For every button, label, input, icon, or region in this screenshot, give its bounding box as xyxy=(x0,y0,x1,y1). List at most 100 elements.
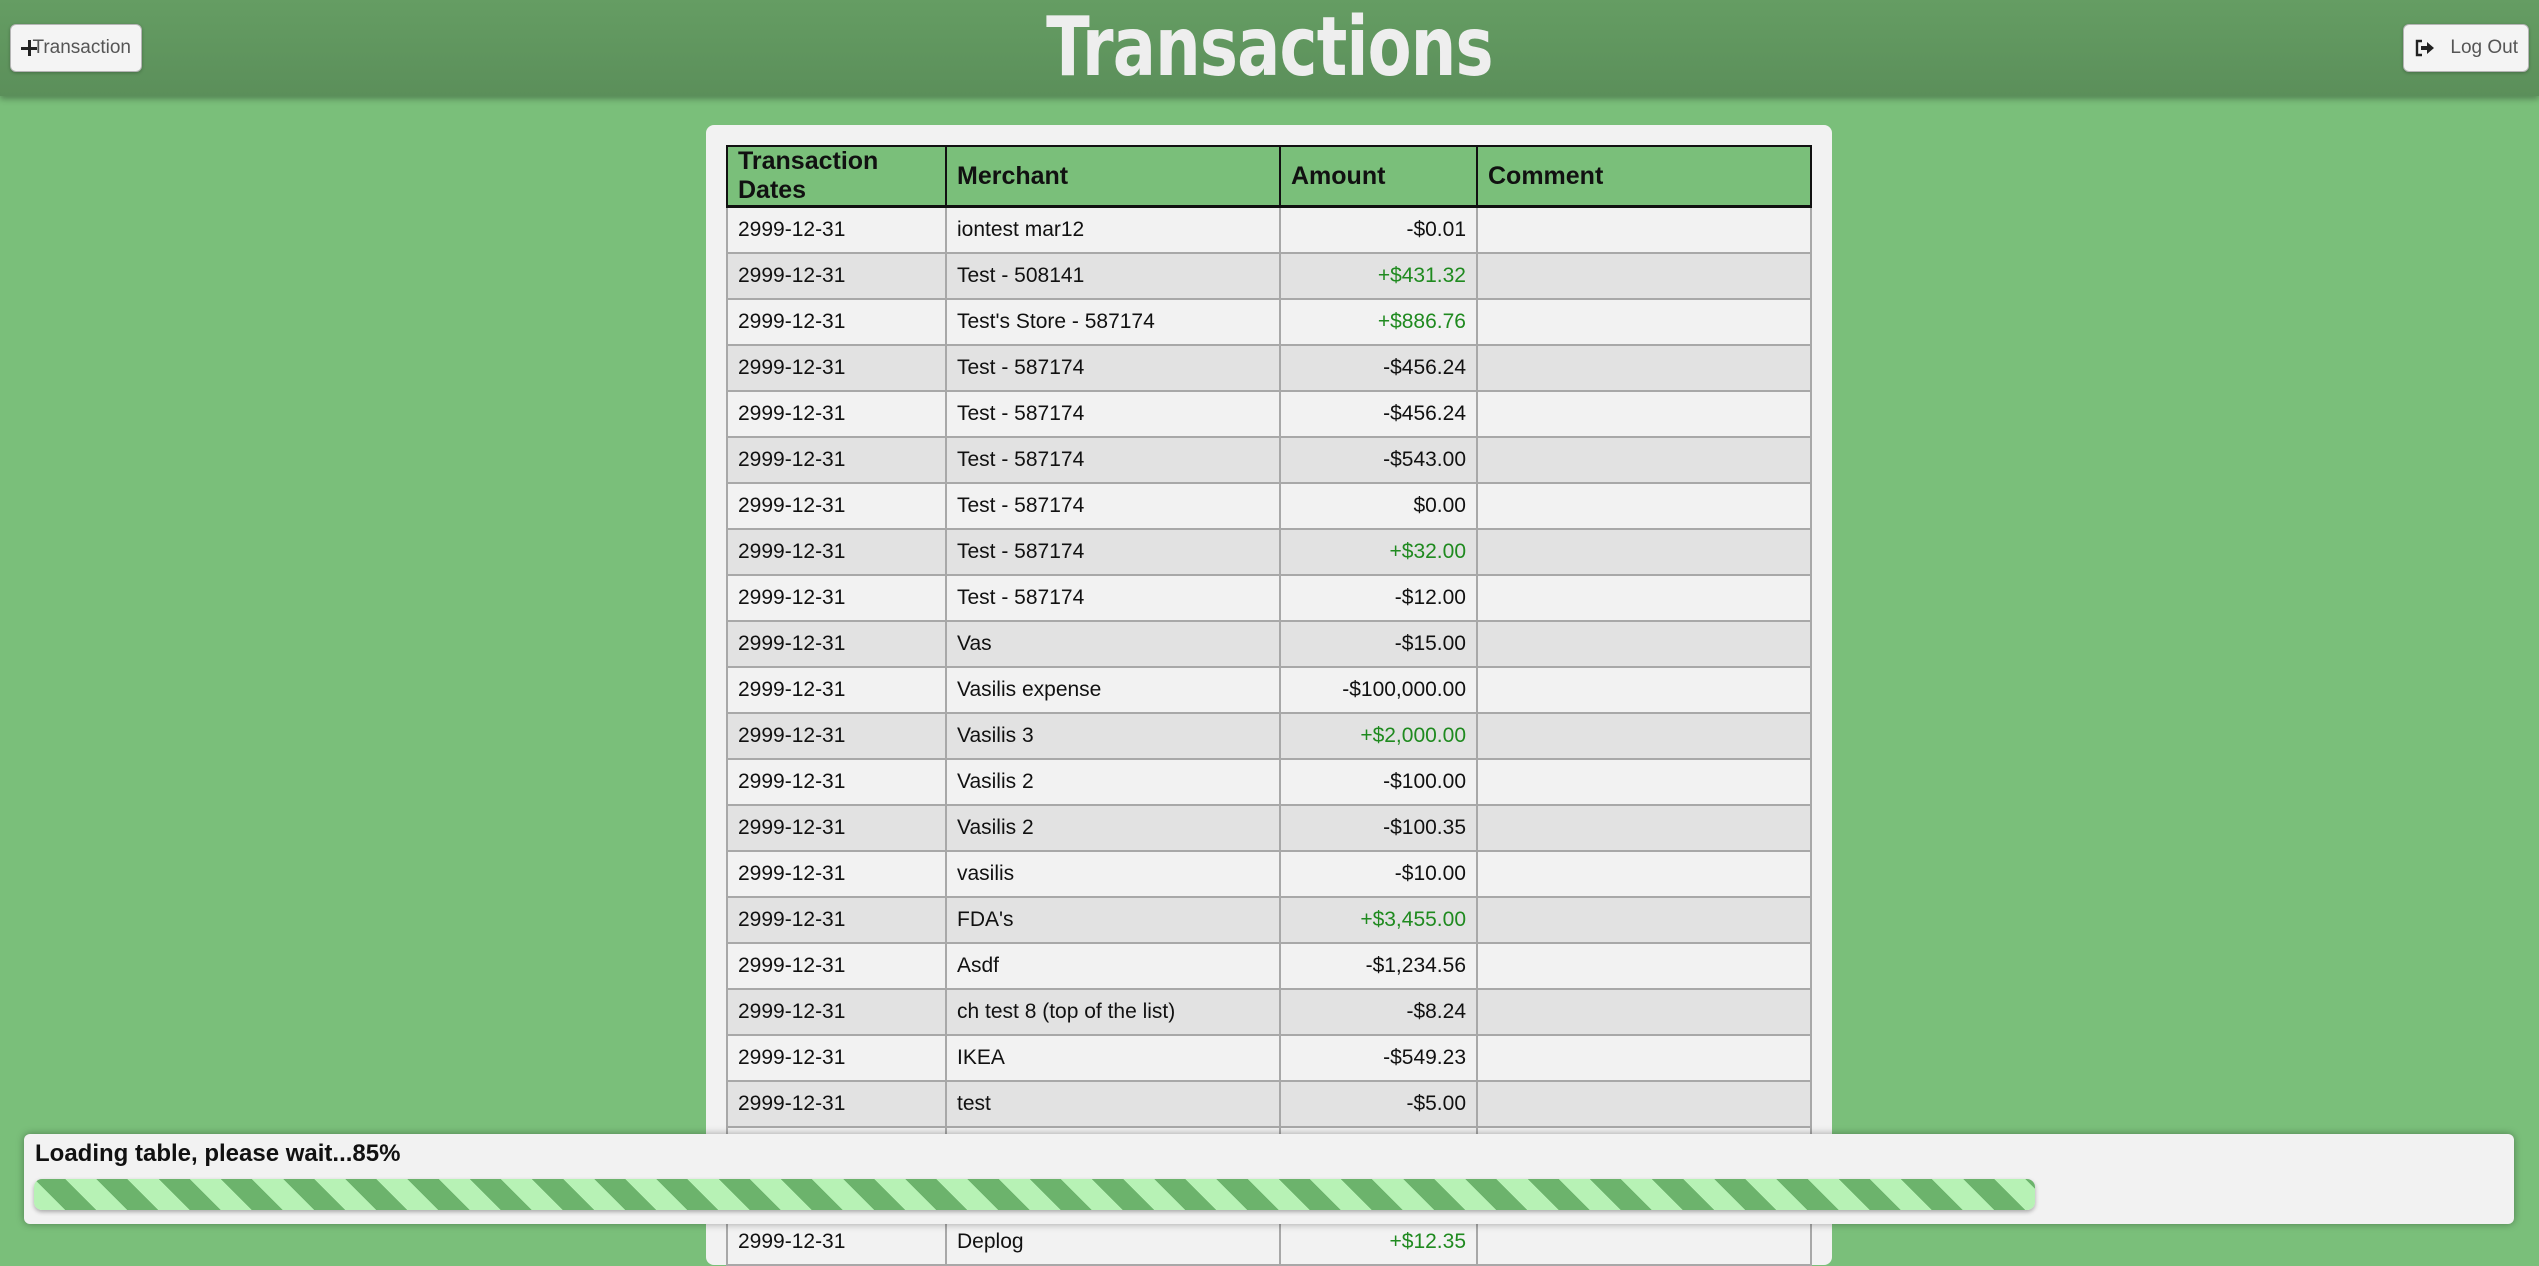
cell-merchant: Vasilis 2 xyxy=(945,757,1281,806)
table-row[interactable]: 2999-12-31 Test - 587174 -$456.24 xyxy=(726,389,1812,438)
cell-date: 2999-12-31 xyxy=(726,435,947,484)
table-row[interactable]: 2999-12-31 Vasilis 3 +$2,000.00 xyxy=(726,711,1812,760)
cell-comment xyxy=(1476,343,1812,392)
cell-date: 2999-12-31 xyxy=(726,803,947,852)
cell-amount: -$12.00 xyxy=(1279,573,1478,622)
table-row[interactable]: 2999-12-31 Test - 587174 -$456.24 xyxy=(726,343,1812,392)
cell-amount: -$8.24 xyxy=(1279,987,1478,1036)
table-row[interactable]: 2999-12-31 Vasilis 2 -$100.00 xyxy=(726,757,1812,806)
cell-date: 2999-12-31 xyxy=(726,941,947,990)
cell-merchant: Test - 508141 xyxy=(945,251,1281,300)
table-row[interactable]: 2999-12-31 IKEA -$549.23 xyxy=(726,1033,1812,1082)
cell-amount: -$543.00 xyxy=(1279,435,1478,484)
page-title: Transactions xyxy=(1046,0,1493,95)
table-row[interactable]: 2999-12-31 Test - 587174 +$32.00 xyxy=(726,527,1812,576)
cell-amount: +$431.32 xyxy=(1279,251,1478,300)
cell-comment xyxy=(1476,205,1812,254)
cell-comment xyxy=(1476,573,1812,622)
cell-amount: -$0.01 xyxy=(1279,205,1478,254)
column-header-amount[interactable]: Amount xyxy=(1279,145,1478,208)
cell-date: 2999-12-31 xyxy=(726,251,947,300)
table-row[interactable]: 2999-12-31 Test - 587174 -$543.00 xyxy=(726,435,1812,484)
cell-date: 2999-12-31 xyxy=(726,895,947,944)
cell-comment xyxy=(1476,987,1812,1036)
table-row[interactable]: 2999-12-31 Deplog +$12.35 xyxy=(726,1217,1812,1266)
cell-merchant: iontest mar12 xyxy=(945,205,1281,254)
cell-merchant: Test's Store - 587174 xyxy=(945,297,1281,346)
cell-amount: -$10.00 xyxy=(1279,849,1478,898)
cell-amount: +$886.76 xyxy=(1279,297,1478,346)
cell-merchant: Test - 587174 xyxy=(945,527,1281,576)
column-header-merchant[interactable]: Merchant xyxy=(945,145,1281,208)
loading-message: Loading table, please wait...85% xyxy=(35,1140,401,1167)
table-row[interactable]: 2999-12-31 Asdf -$1,234.56 xyxy=(726,941,1812,990)
cell-date: 2999-12-31 xyxy=(726,297,947,346)
transactions-card: Transaction Dates Merchant Amount Commen… xyxy=(706,125,1832,1266)
table-row[interactable]: 2999-12-31 Test - 508141 +$431.32 xyxy=(726,251,1812,300)
table-row[interactable]: 2999-12-31 ch test 8 (top of the list) -$8… xyxy=(726,987,1812,1036)
cell-date: 2999-12-31 xyxy=(726,619,947,668)
table-row[interactable]: 2999-12-31 Vasilis expense -$100,000.00 xyxy=(726,665,1812,714)
table-row[interactable]: 2999-12-31 iontest mar12 -$0.01 xyxy=(726,205,1812,254)
logout-button[interactable]: Log Out xyxy=(2403,24,2529,72)
cell-amount: +$12.35 xyxy=(1279,1217,1478,1266)
column-header-comment[interactable]: Comment xyxy=(1476,145,1812,208)
cell-comment xyxy=(1476,389,1812,438)
cell-comment xyxy=(1476,895,1812,944)
loading-panel: Loading table, please wait...85% xyxy=(24,1134,2514,1224)
cell-comment xyxy=(1476,803,1812,852)
table-row[interactable]: 2999-12-31 vasilis -$10.00 xyxy=(726,849,1812,898)
table-header-row: Transaction Dates Merchant Amount Commen… xyxy=(726,145,1812,208)
cell-comment xyxy=(1476,435,1812,484)
cell-merchant: Asdf xyxy=(945,941,1281,990)
cell-amount: +$3,455.00 xyxy=(1279,895,1478,944)
cell-date: 2999-12-31 xyxy=(726,527,947,576)
cell-amount: -$549.23 xyxy=(1279,1033,1478,1082)
add-transaction-label: Transaction xyxy=(32,37,131,58)
cell-comment xyxy=(1476,665,1812,714)
sign-out-icon xyxy=(2414,39,2436,57)
cell-merchant: Vasilis expense xyxy=(945,665,1281,714)
cell-merchant: Vasilis 2 xyxy=(945,803,1281,852)
cell-date: 2999-12-31 xyxy=(726,665,947,714)
table-row[interactable]: 2999-12-31 FDA's +$3,455.00 xyxy=(726,895,1812,944)
cell-date: 2999-12-31 xyxy=(726,711,947,760)
cell-amount: $0.00 xyxy=(1279,481,1478,530)
cell-comment xyxy=(1476,711,1812,760)
cell-merchant: ch test 8 (top of the list) xyxy=(945,987,1281,1036)
progress-bar xyxy=(34,1179,2504,1210)
cell-merchant: IKEA xyxy=(945,1033,1281,1082)
cell-date: 2999-12-31 xyxy=(726,573,947,622)
plus-icon xyxy=(21,40,38,56)
cell-comment xyxy=(1476,481,1812,530)
cell-amount: +$2,000.00 xyxy=(1279,711,1478,760)
cell-comment xyxy=(1476,1033,1812,1082)
progress-bar-fill xyxy=(34,1179,2035,1210)
cell-comment xyxy=(1476,1217,1812,1266)
table-row[interactable]: 2999-12-31 test -$5.00 xyxy=(726,1079,1812,1128)
cell-merchant: Test - 587174 xyxy=(945,435,1281,484)
table-row[interactable]: 2999-12-31 Test - 587174 $0.00 xyxy=(726,481,1812,530)
table-row[interactable]: 2999-12-31 Vasilis 2 -$100.35 xyxy=(726,803,1812,852)
cell-merchant: FDA's xyxy=(945,895,1281,944)
cell-merchant: Test - 587174 xyxy=(945,389,1281,438)
cell-date: 2999-12-31 xyxy=(726,757,947,806)
cell-date: 2999-12-31 xyxy=(726,1033,947,1082)
table-row[interactable]: 2999-12-31 Vas -$15.00 xyxy=(726,619,1812,668)
cell-merchant: Deplog xyxy=(945,1217,1281,1266)
cell-merchant: vasilis xyxy=(945,849,1281,898)
table-row[interactable]: 2999-12-31 Test's Store - 587174 +$886.76 xyxy=(726,297,1812,346)
cell-amount: -$100.35 xyxy=(1279,803,1478,852)
cell-merchant: Test - 587174 xyxy=(945,573,1281,622)
cell-merchant: Vasilis 3 xyxy=(945,711,1281,760)
cell-date: 2999-12-31 xyxy=(726,987,947,1036)
cell-comment xyxy=(1476,251,1812,300)
cell-comment xyxy=(1476,527,1812,576)
add-transaction-button[interactable]: Transaction xyxy=(10,24,142,72)
column-header-date[interactable]: Transaction Dates xyxy=(726,145,947,208)
cell-comment xyxy=(1476,941,1812,990)
cell-date: 2999-12-31 xyxy=(726,343,947,392)
cell-amount: +$32.00 xyxy=(1279,527,1478,576)
table-row[interactable]: 2999-12-31 Test - 587174 -$12.00 xyxy=(726,573,1812,622)
cell-amount: -$456.24 xyxy=(1279,343,1478,392)
